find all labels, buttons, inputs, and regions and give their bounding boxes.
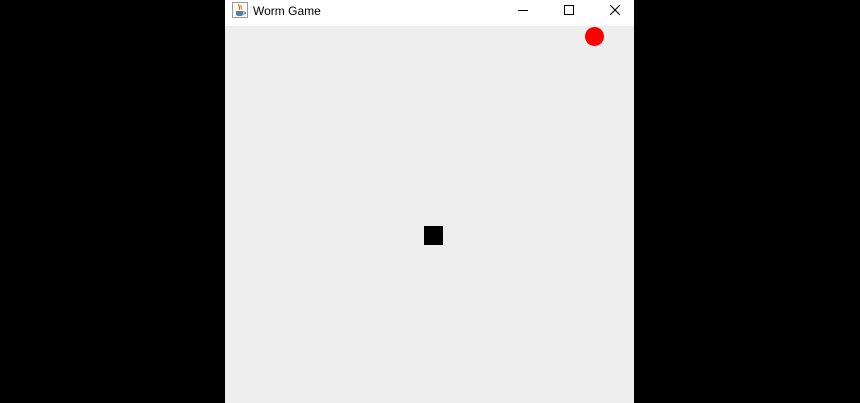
title-bar[interactable]: Worm Game — [225, 0, 634, 26]
apple — [585, 27, 604, 46]
minimize-icon — [518, 10, 528, 11]
window-title: Worm Game — [253, 4, 321, 18]
game-canvas[interactable] — [225, 26, 634, 403]
maximize-button[interactable] — [546, 0, 592, 22]
close-icon — [610, 5, 620, 15]
minimize-button[interactable] — [500, 0, 546, 22]
close-button[interactable] — [592, 0, 638, 22]
maximize-icon — [564, 5, 574, 15]
game-window: Worm Game — [225, 0, 634, 403]
java-cup-icon — [232, 2, 248, 18]
worm-head — [424, 226, 443, 245]
